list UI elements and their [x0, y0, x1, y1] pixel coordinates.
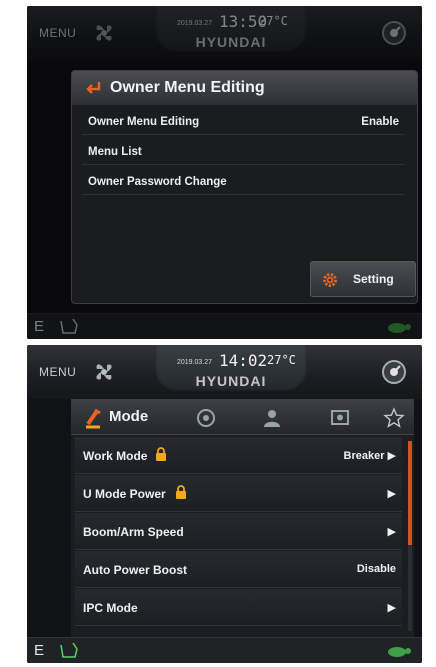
bucket-icon — [60, 642, 78, 658]
display-tab-icon[interactable] — [329, 407, 351, 429]
mode-panel: Mode Work Mode Breaker ▶ U Mode Power ▶ … — [71, 399, 414, 637]
menu-button[interactable]: MENU — [39, 365, 76, 379]
scrollbar[interactable] — [408, 441, 412, 631]
power-mode-letter: E — [34, 642, 45, 659]
row-value: ▶ — [387, 488, 396, 500]
engine-gauge-icon[interactable] — [380, 358, 408, 386]
bottom-status-bar: E — [27, 637, 422, 663]
row-value: ▶ — [387, 526, 396, 538]
mode-menu-screen: MENU 2019.03.27 14:02 27°C HYUNDAI Mode … — [27, 345, 422, 663]
setting-button[interactable]: Setting — [310, 261, 416, 297]
mode-tab-icon[interactable] — [83, 407, 103, 429]
row-value: Disable — [356, 563, 396, 575]
time-text: 14:02 — [219, 351, 268, 370]
scrollbar-thumb[interactable] — [408, 441, 412, 545]
clock-pod: 2019.03.27 14:02 27°C HYUNDAI — [155, 345, 307, 393]
lock-icon — [156, 447, 166, 461]
row-label: IPC Mode — [83, 601, 138, 615]
category-tab-bar: Mode — [71, 399, 414, 435]
row-value: ▶ — [387, 602, 396, 614]
dialog-title-bar: Owner Menu Editing — [72, 71, 417, 105]
row-label: U Mode Power — [83, 487, 166, 501]
menu-row-owner-password-change[interactable]: Owner Password Change — [82, 169, 405, 195]
mode-row-auto-power-boost[interactable]: Auto Power Boost Disable — [75, 551, 402, 588]
row-value: Breaker ▶ — [343, 450, 397, 462]
user-tab-icon[interactable] — [261, 407, 283, 429]
dialog-title: Owner Menu Editing — [110, 79, 265, 96]
menu-row-owner-menu-editing[interactable]: Owner Menu Editing Enable — [82, 109, 405, 135]
monitoring-tab-icon[interactable] — [195, 407, 217, 429]
brand-logo: HYUNDAI — [195, 373, 267, 389]
lock-icon — [176, 485, 186, 499]
row-label: Menu List — [88, 146, 142, 158]
date-text: 2019.03.27 — [177, 359, 213, 366]
row-label: Owner Menu Editing — [88, 116, 200, 128]
top-status-bar: MENU 2019.03.27 14:02 27°C HYUNDAI — [27, 345, 422, 399]
row-label: Owner Password Change — [88, 176, 227, 188]
menu-row-menu-list[interactable]: Menu List — [82, 139, 405, 165]
gear-icon — [323, 273, 337, 287]
owner-menu-dialog: Owner Menu Editing Owner Menu Editing En… — [71, 70, 418, 304]
owner-menu-screen: MENU 2019.03.27 13:50 27°C HYUNDAI E Own… — [27, 6, 422, 339]
mode-row-work-mode[interactable]: Work Mode Breaker ▶ — [75, 437, 402, 474]
back-arrow-icon[interactable] — [86, 81, 102, 95]
mode-row-ipc-mode[interactable]: IPC Mode ▶ — [75, 589, 402, 626]
turtle-icon — [388, 647, 411, 657]
favorites-star-icon[interactable] — [383, 407, 405, 429]
temperature-text: 27°C — [267, 353, 296, 367]
mode-row-u-mode-power[interactable]: U Mode Power ▶ — [75, 475, 402, 512]
row-label: Auto Power Boost — [83, 563, 187, 577]
setting-button-label: Setting — [353, 272, 394, 286]
mode-row-boom-arm-speed[interactable]: Boom/Arm Speed ▶ — [75, 513, 402, 550]
row-label: Work Mode — [83, 449, 148, 463]
fan-icon[interactable] — [89, 357, 119, 387]
tab-mode-label[interactable]: Mode — [109, 408, 148, 425]
row-value: Enable — [361, 116, 399, 128]
row-label: Boom/Arm Speed — [83, 525, 184, 539]
